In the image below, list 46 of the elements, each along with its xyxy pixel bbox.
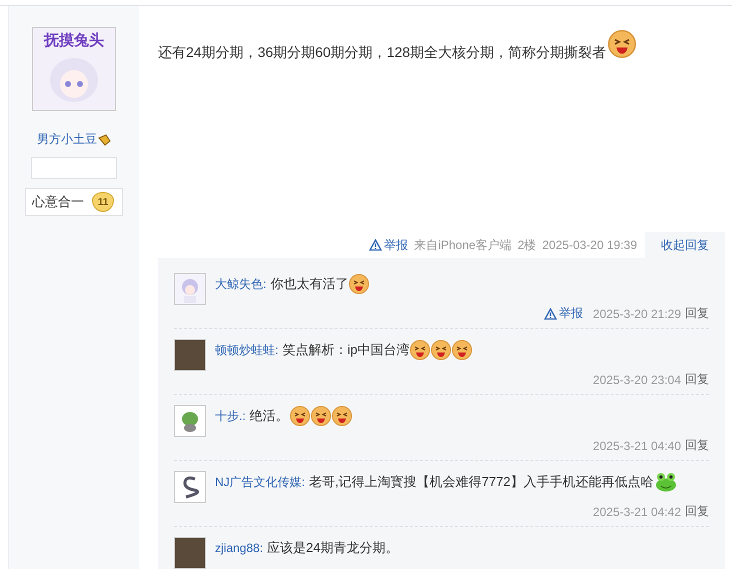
laughing-face-icon: [452, 340, 472, 360]
post-time: 2025-03-20 19:39: [542, 238, 637, 252]
laughing-face-icon: [431, 340, 452, 360]
reply-link[interactable]: 回复: [685, 371, 709, 388]
user-avatar: [174, 273, 206, 305]
laughing-face-icon: [608, 30, 636, 58]
reply-time: 2025-3-20 23:04: [592, 372, 681, 386]
reply-link[interactable]: 回复: [685, 305, 709, 322]
report-link[interactable]: 举报: [544, 305, 583, 322]
username-link[interactable]: 大鲸失色:: [215, 276, 266, 292]
warning-icon: [369, 239, 382, 251]
reply-text: 应该是24期青龙分期。: [267, 539, 399, 557]
report-link[interactable]: 举报: [369, 236, 408, 254]
badge-label: 心意合一: [32, 193, 84, 211]
laughing-face-icon: [310, 406, 331, 426]
reply-link[interactable]: 回复: [685, 503, 709, 520]
username-link[interactable]: zjiang88:: [215, 541, 264, 555]
frog-face-icon: [654, 472, 677, 492]
laughing-face-icon: [332, 406, 352, 426]
reply-time: 2025-3-21 04:42: [592, 504, 681, 518]
level-number: 11: [92, 192, 114, 212]
warning-icon: [544, 308, 557, 320]
laughing-face-icon: [349, 274, 370, 294]
floor-number: 2楼: [518, 236, 536, 254]
reply-time: 2025-3-20 21:29: [592, 306, 681, 320]
username-link[interactable]: 顿顿炒蛙蛙:: [215, 342, 278, 358]
reply-link[interactable]: 回复: [685, 437, 709, 454]
photo-placeholder: [174, 339, 206, 371]
reply-time: 2025-3-21 04:40: [592, 438, 681, 452]
user-avatar: [174, 405, 206, 437]
badge-icon: [98, 134, 111, 146]
avatar-caption: 抚摸兔头: [44, 32, 104, 50]
username-link[interactable]: NJ广告文化传媒:: [215, 474, 305, 490]
reply-text: 绝活。: [250, 407, 289, 425]
username-link[interactable]: 十步.:: [215, 408, 246, 424]
reply-text: 你也太有活了: [270, 275, 348, 293]
reply-text: 笑点解析：ip中国台湾: [282, 341, 410, 359]
photo-placeholder: [174, 537, 206, 569]
user-avatar: [174, 471, 206, 503]
laughing-face-icon: [410, 340, 430, 360]
username-link[interactable]: 男方小土豆: [37, 131, 97, 148]
post-text: 还有24期分期，36期分期60期分期，128期全大核分期，简称分期撕裂者: [158, 44, 606, 62]
laughing-face-icon: [290, 406, 310, 426]
source-text: 来自iPhone客户端: [414, 236, 512, 254]
collapse-replies-tab[interactable]: 收起回复: [645, 232, 725, 258]
reply-text: 老哥,记得上淘寳搜【机会难得7772】入手手机还能再低点哈: [309, 473, 654, 491]
